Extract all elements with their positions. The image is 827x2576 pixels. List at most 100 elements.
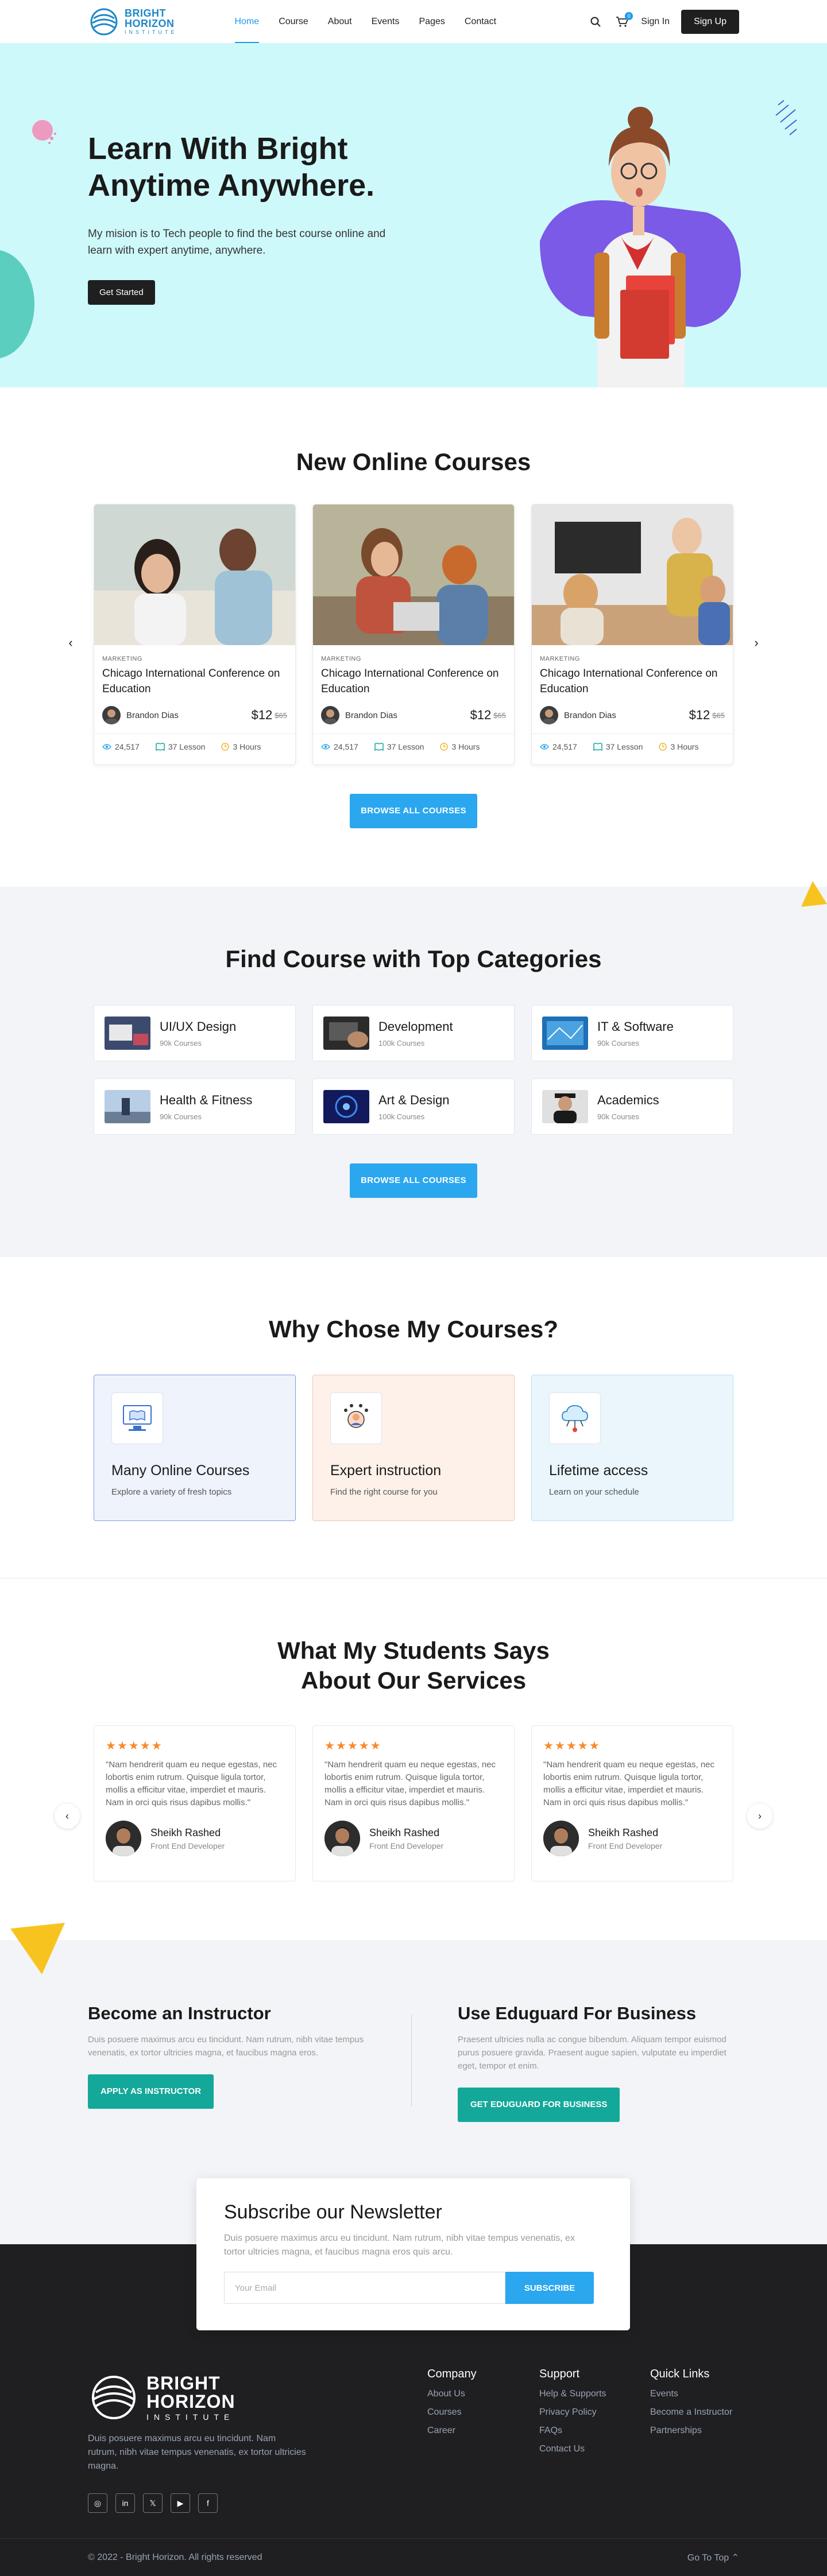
testimonials-next-arrow-icon[interactable]: › [747,1803,772,1829]
course-author: Brandon Dias [345,710,397,720]
footer-support-title: Support [539,2368,580,2380]
cloud-access-icon [549,1392,601,1444]
footer-link[interactable]: Help & Supports [539,2389,606,2399]
nav-about[interactable]: About [328,0,352,43]
main-menu: Home Course About Events Pages Contact [234,0,496,43]
clock-icon [440,743,449,751]
testimonials-title: What My Students Says About Our Services [88,1636,739,1696]
course-title[interactable]: Chicago International Conference on Educ… [321,666,506,698]
student-role: Front End Developer [369,1841,444,1850]
get-eduguard-button[interactable]: GET EDUGUARD FOR BUSINESS [458,2088,620,2122]
get-started-button[interactable]: Get Started [88,280,155,305]
course-title[interactable]: Chicago International Conference on Educ… [102,666,287,698]
author-avatar [540,706,558,724]
nav-home[interactable]: Home [234,0,259,43]
category-card[interactable]: Health & Fitness 90k Courses [94,1078,296,1135]
book-icon [593,743,602,751]
why-card-title: Lifetime access [549,1462,648,1479]
course-old-price: $65 [712,711,725,720]
apply-instructor-button[interactable]: APPLY AS INSTRUCTOR [88,2074,214,2109]
footer-link[interactable]: Become a Instructor [650,2407,732,2418]
category-card[interactable]: IT & Software 90k Courses [531,1005,733,1061]
footer-link[interactable]: FAQs [539,2426,606,2436]
search-icon[interactable] [588,14,603,29]
email-field[interactable] [224,2272,505,2304]
linkedin-icon[interactable]: in [115,2493,135,2513]
category-thumbnail [542,1017,588,1050]
footer-brand-line2: HORIZON [146,2391,235,2412]
clock-icon [221,743,230,751]
course-card[interactable]: MARKETING Chicago International Conferen… [94,504,296,765]
hero-subtitle: My mision is to Tech people to find the … [88,228,386,257]
yellow-triangle-decor-icon [10,1923,65,1974]
footer-link[interactable]: Partnerships [650,2426,732,2436]
footer-link[interactable]: About Us [427,2389,477,2399]
footer-brand-line1: BRIGHT [146,2373,221,2393]
subscribe-button[interactable]: SUBSCRIBE [505,2272,594,2304]
footer-link[interactable]: Events [650,2389,732,2399]
category-card[interactable]: Art & Design 100k Courses [312,1078,515,1135]
newsletter-text: Duis posuere maximus arcu eu tincidunt. … [224,2233,575,2257]
footer-logo[interactable]: BRIGHT HORIZON INSTITUTE [88,2372,235,2423]
courses-title: New Online Courses [296,448,531,475]
youtube-icon[interactable]: ▶ [171,2493,190,2513]
category-thumbnail [105,1017,150,1050]
course-old-price: $65 [275,711,287,720]
footer-company-column: Company About Us Courses Career [427,2368,477,2436]
why-card: Many Online Courses Explore a variety of… [94,1375,296,1521]
footer-link[interactable]: Contact Us [539,2444,606,2454]
category-thumbnail [105,1090,150,1123]
clock-icon [659,743,667,751]
go-to-top-link[interactable]: Go To Top ⌃ [687,2552,739,2563]
sign-up-button[interactable]: Sign Up [681,9,739,34]
why-card-title: Expert instruction [330,1462,442,1479]
hero-title-line1: Learn With Bright [88,131,348,166]
browse-categories-button[interactable]: BROWSE ALL COURSES [350,1163,477,1198]
rating-stars-icon: ★★★★★ [324,1740,382,1752]
pink-dots-decor-icon [32,120,56,144]
instagram-icon[interactable]: ◎ [88,2493,107,2513]
eye-icon [540,744,549,750]
courses-next-arrow-icon[interactable]: › [745,631,768,654]
eye-icon [321,744,330,750]
category-name: Academics [597,1092,659,1107]
twitter-icon[interactable]: 𝕏 [143,2493,163,2513]
footer-link[interactable]: Courses [427,2407,477,2418]
category-count: 90k Courses [160,1038,202,1048]
category-card[interactable]: UI/UX Design 90k Courses [94,1005,296,1061]
brand-logo[interactable]: BRIGHT HORIZON INSTITUTE [88,6,177,38]
testimonials-prev-arrow-icon[interactable]: ‹ [55,1803,80,1829]
course-lessons: 37 Lesson [605,742,643,751]
footer-link[interactable]: Career [427,2426,477,2436]
footer-link[interactable]: Privacy Policy [539,2407,606,2418]
category-name: Art & Design [378,1092,450,1107]
nav-events[interactable]: Events [372,0,400,43]
category-count: 90k Courses [160,1112,202,1121]
category-count: 90k Courses [597,1038,639,1048]
copyright-text: © 2022 - Bright Horizon. All rights rese… [88,2552,262,2562]
facebook-icon[interactable]: f [198,2493,218,2513]
testimonial-card: ★★★★★ "Nam hendrerit quam eu neque egest… [531,1725,733,1881]
course-title[interactable]: Chicago International Conference on Educ… [540,666,725,698]
courses-prev-arrow-icon[interactable]: ‹ [59,631,82,654]
footer-quicklinks-title: Quick Links [650,2368,710,2380]
category-name: UI/UX Design [160,1019,237,1034]
nav-pages[interactable]: Pages [419,0,445,43]
nav-course[interactable]: Course [279,0,308,43]
footer-brand-line3: INSTITUTE [146,2412,235,2422]
globe-logo-icon [92,2376,136,2419]
cart-icon[interactable]: 0 [615,11,633,29]
testimonial-text: "Nam hendrerit quam eu neque egestas, ne… [106,1760,277,1807]
browse-courses-button[interactable]: BROWSE ALL COURSES [350,794,477,828]
course-card[interactable]: MARKETING Chicago International Conferen… [531,504,733,765]
category-card[interactable]: Development 100k Courses [312,1005,515,1061]
nav-contact[interactable]: Contact [465,0,496,43]
category-count: 90k Courses [597,1112,639,1121]
why-card: Expert instruction Find the right course… [312,1375,515,1521]
category-thumbnail [542,1090,588,1123]
course-card[interactable]: MARKETING Chicago International Conferen… [312,504,515,765]
student-avatar [543,1821,579,1856]
sign-in-link[interactable]: Sign In [641,17,670,27]
category-card[interactable]: Academics 90k Courses [531,1078,733,1135]
course-lessons: 37 Lesson [387,742,424,751]
